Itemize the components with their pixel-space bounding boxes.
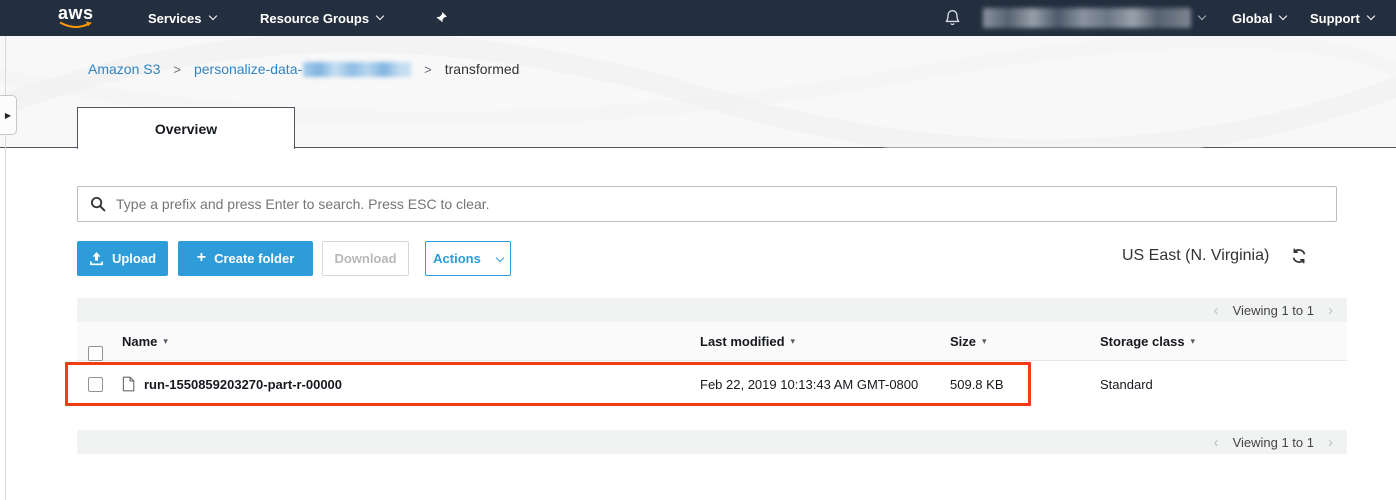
object-name-link[interactable]: run-1550859203270-part-r-00000 [144,377,342,392]
tab-overview-label: Overview [155,121,217,137]
row-checkbox[interactable] [88,377,103,392]
select-all-checkbox[interactable] [88,346,103,361]
nav-services-label: Services [148,11,202,26]
pushpin-icon [434,11,448,26]
previous-page-icon[interactable]: ‹ [1214,434,1219,451]
nav-region-menu[interactable]: Global [1232,0,1286,36]
viewing-range-label: Viewing 1 to 1 [1233,435,1314,450]
breadcrumb-amazon-s3-link[interactable]: Amazon S3 [88,61,160,77]
table-row: run-1550859203270-part-r-00000 Feb 22, 2… [77,361,1347,407]
prefix-search-box [77,186,1337,222]
sort-arrow-icon: ▾ [163,336,168,347]
sort-arrow-icon: ▾ [982,336,987,347]
breadcrumb-separator: > [173,62,181,77]
region-label: US East (N. Virginia) [1122,247,1269,265]
chevron-down-icon [208,12,216,20]
column-header-name[interactable]: Name ▾ [122,322,168,361]
sort-arrow-icon: ▾ [791,336,796,347]
create-folder-button[interactable]: + Create folder [178,241,313,276]
plus-icon: + [197,249,206,267]
region-indicator: US East (N. Virginia) [1122,247,1307,265]
nav-global-label: Global [1232,11,1272,26]
nav-resource-groups-label: Resource Groups [260,11,369,26]
upload-button[interactable]: Upload [77,241,168,276]
tab-overview[interactable]: Overview [77,107,295,149]
column-header-last-modified-label: Last modified [700,334,785,349]
redacted-bucket-name-suffix [303,62,411,77]
triangle-right-icon: ▶ [5,111,11,120]
breadcrumb-separator: > [424,62,432,77]
nav-support-label: Support [1310,11,1360,26]
column-header-name-label: Name [122,334,157,349]
actions-dropdown-button[interactable]: Actions [425,241,511,276]
row-storage-class: Standard [1100,361,1153,407]
viewing-range-label: Viewing 1 to 1 [1233,303,1314,318]
bell-icon [943,8,962,28]
previous-page-icon[interactable]: ‹ [1214,302,1219,319]
nav-services-menu[interactable]: Services [148,0,216,36]
nav-notifications-button[interactable] [943,0,962,36]
column-header-size-label: Size [950,334,976,349]
row-select-cell [88,361,103,407]
download-button-label: Download [334,251,396,266]
nav-support-menu[interactable]: Support [1310,0,1374,36]
aws-logo-text: aws [58,3,94,23]
sort-arrow-icon: ▾ [1191,336,1196,347]
breadcrumb-root-label: Amazon S3 [88,61,160,77]
next-page-icon[interactable]: › [1328,302,1333,319]
column-header-storage-class[interactable]: Storage class ▾ [1100,322,1195,361]
actions-button-label: Actions [433,251,481,266]
top-navigation-bar: aws Services Resource Groups Global Supp… [0,0,1396,36]
chevron-down-icon [1367,12,1375,20]
chevron-down-icon [1198,12,1206,20]
search-input[interactable] [116,196,1324,212]
next-page-icon[interactable]: › [1328,434,1333,451]
breadcrumb-current-folder: transformed [445,61,520,77]
nav-resource-groups-menu[interactable]: Resource Groups [260,0,383,36]
redacted-account-name [983,8,1191,28]
search-icon [90,196,106,212]
column-header-storage-class-label: Storage class [1100,334,1185,349]
chevron-down-icon [496,253,504,261]
nav-account-menu[interactable] [983,0,1205,36]
column-header-size[interactable]: Size ▾ [950,322,987,361]
breadcrumb-bucket-label: personalize-data- [194,61,302,77]
breadcrumb-bucket-link[interactable]: personalize-data- [194,61,411,77]
aws-smile-icon [58,21,94,30]
row-name-cell: run-1550859203270-part-r-00000 [122,361,342,407]
column-header-last-modified[interactable]: Last modified ▾ [700,322,795,361]
side-panel-toggle[interactable]: ▶ [0,95,17,135]
pagination-bar-top: ‹ Viewing 1 to 1 › [77,298,1347,322]
download-button[interactable]: Download [322,241,409,276]
chevron-down-icon [1279,12,1287,20]
row-size: 509.8 KB [950,361,1004,407]
upload-button-label: Upload [112,251,156,266]
chevron-down-icon [376,12,384,20]
refresh-button[interactable] [1291,248,1307,264]
upload-icon [89,251,104,266]
nav-pin-button[interactable] [434,0,448,36]
row-last-modified: Feb 22, 2019 10:13:43 AM GMT-0800 [700,361,918,407]
object-table-header: Name ▾ Last modified ▾ Size ▾ Storage cl… [77,322,1347,361]
breadcrumb: Amazon S3 > personalize-data- > transfor… [88,61,519,77]
file-icon [122,376,135,392]
pagination-bar-bottom: ‹ Viewing 1 to 1 › [77,430,1347,454]
refresh-icon [1291,248,1307,264]
create-folder-button-label: Create folder [214,251,294,266]
